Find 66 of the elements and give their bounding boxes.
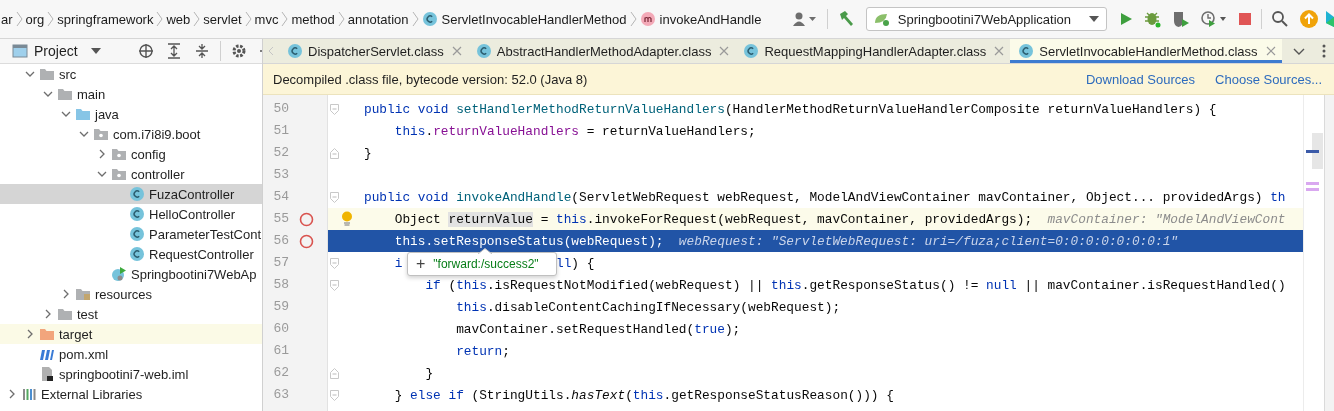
banner-link[interactable]: Choose Sources... bbox=[1215, 71, 1322, 87]
run-configuration-dropdown[interactable]: Springbootini7WebApplication bbox=[865, 7, 1107, 31]
popup-value: "forward:/success2" bbox=[433, 257, 539, 271]
breadcrumb-item[interactable]: web bbox=[165, 11, 192, 27]
code-line: if (this.isRequestNotModified(webRequest) || this.getResponseStatus() != null || mavContainer.isRequestHandled() bbox=[424, 277, 1286, 293]
tree-item[interactable]: controller bbox=[0, 164, 262, 184]
breadcrumb-item[interactable]: servlet bbox=[202, 11, 243, 27]
line-number: 51 bbox=[272, 122, 290, 140]
tree-item[interactable]: com.i7i8i9.boot bbox=[0, 124, 262, 144]
code-line: this.disableContentCachingIfNecessary(webRequest); bbox=[455, 299, 841, 315]
tree-item[interactable]: test bbox=[0, 304, 262, 324]
banner-message: Decompiled .class file, bytecode version: 52.0 (Java 8) bbox=[273, 71, 589, 87]
line-number: 54 bbox=[272, 188, 290, 206]
code-line: public void invokeAndHandle(ServletWebRequest webRequest, ModelAndViewContainer mavContainer, Object... providedArgs) th bbox=[364, 189, 1286, 205]
code-line: this.returnValueHandlers = returnValueHandlers; bbox=[393, 123, 756, 139]
line-number: 58 bbox=[272, 276, 290, 294]
code-line: mavContainer.setRequestHandled(true); bbox=[455, 321, 741, 337]
breadcrumb-item[interactable]: ServletInvocableHandlerMethod bbox=[420, 11, 628, 27]
breadcrumb-item[interactable]: ar bbox=[0, 11, 14, 27]
line-number: 56 bbox=[272, 232, 290, 250]
code-line: } bbox=[364, 145, 372, 161]
tree-item[interactable]: ParameterTestCont bbox=[0, 224, 262, 244]
line-number: 59 bbox=[272, 298, 290, 316]
code-line: public void setHandlerMethodReturnValueHandlers(HandlerMethodReturnValueHandlerComposite returnValueHandlers) { bbox=[364, 101, 1217, 117]
line-number: 60 bbox=[272, 320, 290, 338]
breadcrumb-item[interactable]: springframework bbox=[56, 11, 155, 27]
line-number: 57 bbox=[272, 254, 290, 272]
code-line: i bbox=[393, 255, 403, 271]
breadcrumb-item[interactable]: mvc bbox=[253, 11, 280, 27]
line-number: 53 bbox=[272, 166, 290, 184]
breadcrumb-item[interactable]: method bbox=[290, 11, 336, 27]
editor-tab[interactable]: ServletInvocableHandlerMethod.class bbox=[1010, 39, 1282, 63]
breadcrumb-item[interactable]: invokeAndHandle bbox=[638, 11, 763, 27]
code-line: Object returnValue = this.invokeForRequest(webRequest, mavContainer, providedArgs); mavContainer: "ModelAndViewCont bbox=[393, 211, 1286, 227]
line-number: 62 bbox=[272, 364, 290, 382]
tree-item[interactable]: src bbox=[0, 64, 262, 84]
tree-item[interactable]: FuzaController bbox=[0, 184, 262, 204]
banner-link[interactable]: Download Sources bbox=[1085, 71, 1196, 87]
code-line: } bbox=[424, 365, 434, 381]
expand-button[interactable]: + bbox=[416, 256, 426, 272]
editor-tab[interactable]: DispatcherServlet.class bbox=[279, 39, 468, 63]
tree-item[interactable]: resources bbox=[0, 284, 262, 304]
breadcrumb-item[interactable]: annotation bbox=[346, 11, 410, 27]
code-line: ll) { bbox=[556, 255, 595, 271]
tree-item[interactable]: main bbox=[0, 84, 262, 104]
editor-tab[interactable]: RequestMappingHandlerAdapter.class bbox=[735, 39, 1011, 63]
tree-item[interactable]: config bbox=[0, 144, 262, 164]
code-line: this.setResponseStatus(webRequest); webRequest: "ServletWebRequest: uri=/fuza;client=0:0:0:0:0:0:0:1" bbox=[393, 233, 1178, 249]
tree-item[interactable]: java bbox=[0, 104, 262, 124]
tree-item[interactable]: HelloController bbox=[0, 204, 262, 224]
code-line: } else if (StringUtils.hasText(this.getResponseStatusReason())) { bbox=[393, 387, 894, 403]
panel-title[interactable]: Project bbox=[34, 43, 78, 59]
tree-item[interactable]: External Libraries bbox=[0, 384, 262, 404]
line-number: 61 bbox=[272, 342, 290, 360]
tree-item[interactable]: target bbox=[0, 324, 262, 344]
tree-item[interactable]: RequestController bbox=[0, 244, 262, 264]
line-number: 63 bbox=[272, 386, 290, 404]
code-line: return; bbox=[455, 343, 510, 359]
breadcrumb-item[interactable]: org bbox=[24, 11, 46, 27]
editor-tab[interactable]: AbstractHandlerMethodAdapter.class bbox=[467, 39, 736, 63]
line-number: 52 bbox=[272, 144, 290, 162]
line-number: 50 bbox=[272, 100, 290, 118]
tree-item[interactable]: Springbootini7WebAp bbox=[0, 264, 262, 284]
tree-item[interactable]: pom.xml bbox=[0, 344, 262, 364]
line-number: 55 bbox=[272, 210, 290, 228]
tree-item[interactable]: springbootini7-web.iml bbox=[0, 364, 262, 384]
